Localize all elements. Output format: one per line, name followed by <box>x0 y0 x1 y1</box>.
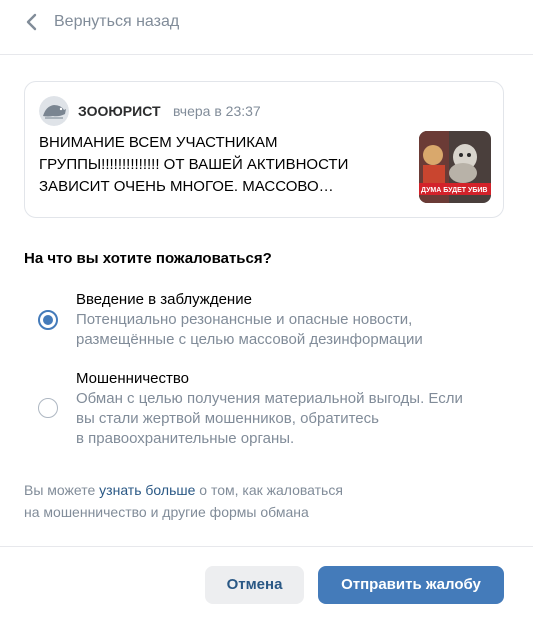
option-description: Потенциально резонансные и опасные новос… <box>76 310 496 350</box>
header: Вернуться назад <box>0 0 533 55</box>
avatar <box>39 96 69 126</box>
option-description-line: вы стали жертвой мошенников, обратитесь <box>76 410 379 427</box>
option-misleading[interactable]: Введение в заблуждение Потенциально резо… <box>24 290 504 350</box>
post-preview-card: ЗООЮРИСТ вчера в 23:37 ВНИМАНИЕ ВСЕМ УЧА… <box>24 81 504 218</box>
info-suffix: о том, как жаловаться <box>195 482 343 498</box>
info-text: Вы можете узнать больше о том, как жалов… <box>24 479 444 523</box>
chevron-left-icon[interactable] <box>22 12 42 32</box>
post-text-line: ГРУППЫ!!!!!!!!!!!!!! ОТ ВАШЕЙ АКТИВНОСТИ <box>39 156 349 173</box>
option-description-line: в правоохранительные органы. <box>76 430 295 447</box>
option-title: Мошенничество <box>76 370 189 387</box>
cancel-button[interactable]: Отмена <box>205 566 304 604</box>
footer-divider <box>0 546 533 547</box>
option-description-line: размещённые с целью массовой дезинформац… <box>76 331 423 348</box>
report-question: На что вы хотите пожаловаться? <box>24 250 272 267</box>
option-description-line: Потенциально резонансные и опасные новос… <box>76 311 413 328</box>
back-link[interactable]: Вернуться назад <box>54 12 179 32</box>
option-fraud[interactable]: Мошенничество Обман с целью получения ма… <box>24 369 504 449</box>
info-line: на мошенничество и другие формы обмана <box>24 504 309 520</box>
info-prefix: Вы можете <box>24 482 100 498</box>
post-author[interactable]: ЗООЮРИСТ <box>78 102 161 120</box>
option-description-line: Обман с целью получения материальной выг… <box>76 390 463 407</box>
submit-report-button[interactable]: Отправить жалобу <box>318 566 504 604</box>
post-text-line: ЗАВИСИТ ОЧЕНЬ МНОГОЕ. МАССОВО… <box>39 178 334 195</box>
post-thumbnail: ДУМА БУДЕТ УБИВ <box>419 131 491 203</box>
thumbnail-caption: ДУМА БУДЕТ УБИВ <box>421 187 487 194</box>
option-description: Обман с целью получения материальной выг… <box>76 389 496 449</box>
learn-more-link[interactable]: узнать больше <box>99 482 195 498</box>
option-title: Введение в заблуждение <box>76 291 252 308</box>
radio-unselected[interactable] <box>38 398 58 418</box>
post-time: вчера в 23:37 <box>173 103 261 119</box>
post-text: ВНИМАНИЕ ВСЕМ УЧАСТНИКАМ ГРУППЫ!!!!!!!!!… <box>39 132 369 198</box>
post-text-line: ВНИМАНИЕ ВСЕМ УЧАСТНИКАМ <box>39 134 278 151</box>
radio-selected[interactable] <box>38 310 58 330</box>
